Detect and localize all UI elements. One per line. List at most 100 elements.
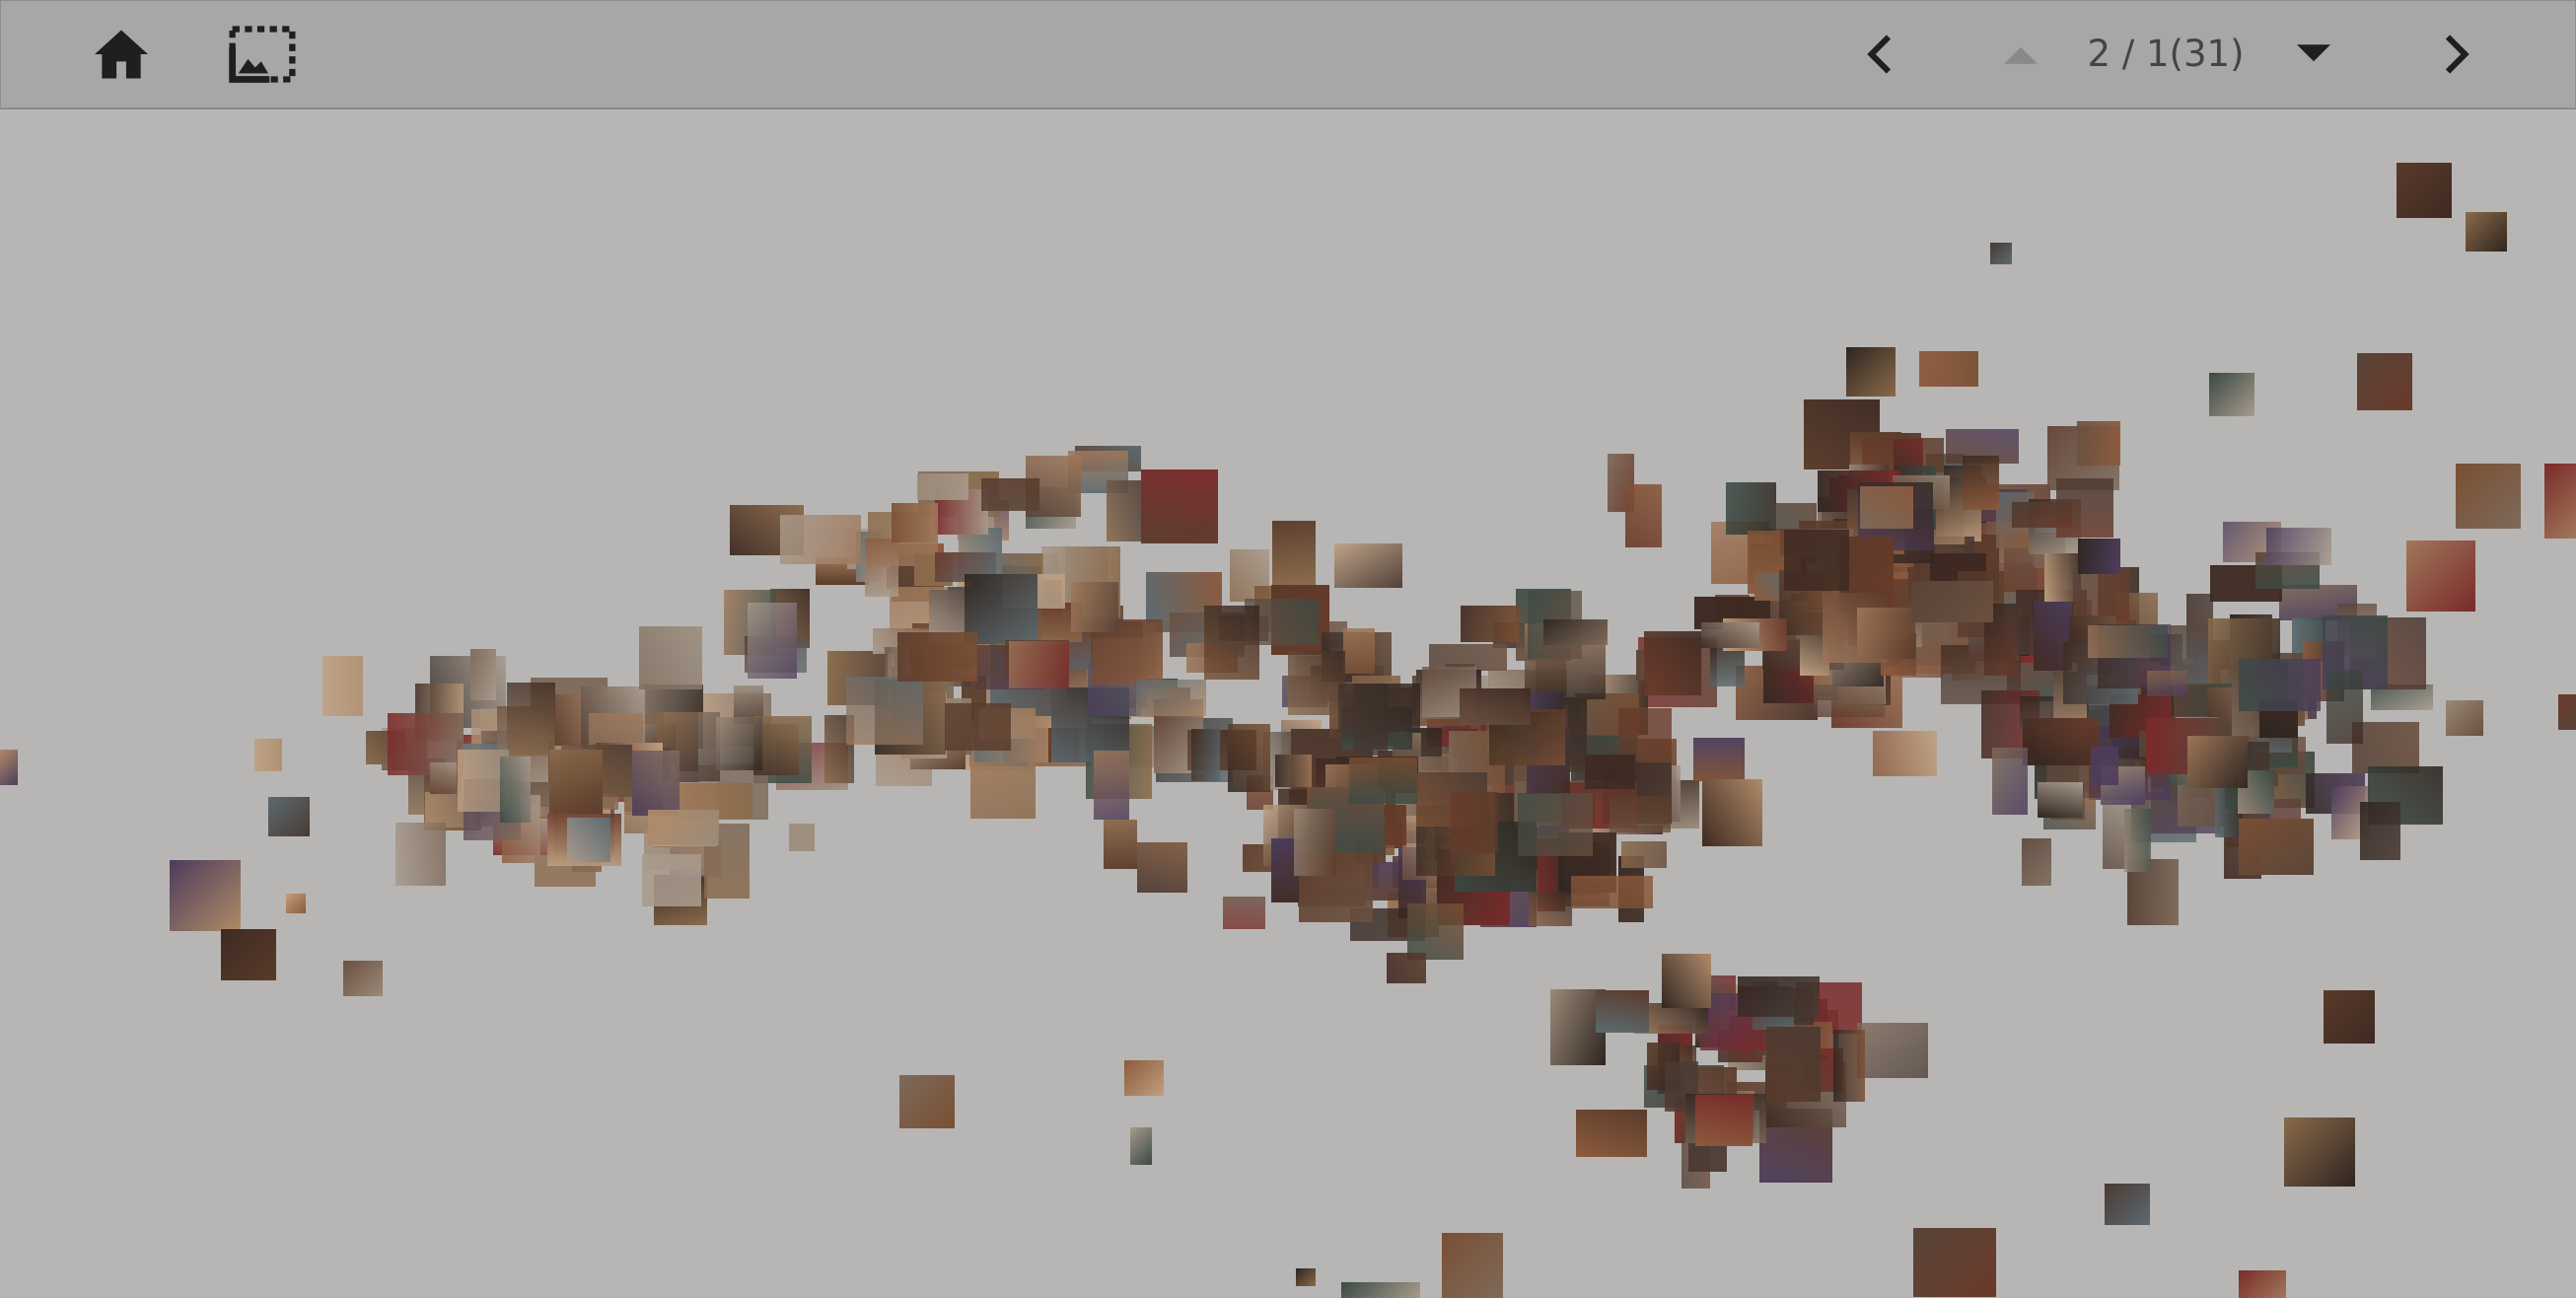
- image-thumbnail[interactable]: [1071, 582, 1118, 632]
- image-thumbnail[interactable]: [2078, 539, 2120, 574]
- image-thumbnail[interactable]: [1461, 606, 1519, 642]
- image-thumbnail[interactable]: [2456, 464, 2521, 529]
- image-thumbnail[interactable]: [0, 750, 18, 785]
- image-thumbnail[interactable]: [1334, 543, 1402, 588]
- image-thumbnail[interactable]: [1288, 651, 1345, 715]
- image-thumbnail[interactable]: [1460, 688, 1531, 725]
- image-thumbnail[interactable]: [1576, 1110, 1647, 1157]
- image-thumbnail[interactable]: [1596, 990, 1649, 1033]
- image-thumbnail[interactable]: [2147, 671, 2187, 696]
- image-thumbnail[interactable]: [1710, 648, 1745, 686]
- image-thumbnail[interactable]: [343, 961, 383, 996]
- image-thumbnail[interactable]: [892, 503, 938, 542]
- image-thumbnail[interactable]: [865, 539, 898, 597]
- image-thumbnail[interactable]: [899, 1075, 955, 1128]
- image-thumbnail[interactable]: [1693, 738, 1745, 781]
- image-thumbnail[interactable]: [1387, 953, 1426, 983]
- image-thumbnail[interactable]: [1009, 641, 1069, 688]
- image-thumbnail[interactable]: [748, 603, 797, 679]
- image-thumbnail[interactable]: [395, 823, 446, 886]
- image-thumbnail[interactable]: [1294, 809, 1336, 876]
- image-thumbnail[interactable]: [846, 677, 923, 745]
- image-thumbnail[interactable]: [1529, 892, 1572, 926]
- image-thumbnail[interactable]: [1644, 631, 1701, 695]
- image-thumbnail[interactable]: [2077, 421, 2120, 466]
- image-thumbnail[interactable]: [1911, 581, 1993, 622]
- image-thumbnail[interactable]: [1104, 820, 1137, 869]
- image-thumbnail[interactable]: [1130, 1127, 1152, 1165]
- image-thumbnail[interactable]: [254, 739, 282, 771]
- image-thumbnail[interactable]: [1701, 622, 1759, 648]
- image-thumbnail[interactable]: [2239, 819, 2314, 875]
- image-thumbnail[interactable]: [1585, 755, 1635, 789]
- image-thumbnail[interactable]: [1990, 243, 2012, 264]
- image-thumbnail[interactable]: [1275, 755, 1312, 787]
- image-thumbnail[interactable]: [1136, 680, 1206, 716]
- image-thumbnail[interactable]: [2023, 718, 2099, 765]
- image-thumbnail[interactable]: [2357, 353, 2412, 410]
- image-thumbnail[interactable]: [632, 751, 680, 816]
- image-thumbnail[interactable]: [322, 656, 363, 716]
- image-thumbnail[interactable]: [1610, 796, 1671, 832]
- image-thumbnail[interactable]: [2544, 464, 2576, 539]
- image-thumbnail[interactable]: [1518, 793, 1593, 856]
- image-thumbnail[interactable]: [897, 632, 977, 682]
- image-thumbnail[interactable]: [2266, 528, 2331, 565]
- image-thumbnail[interactable]: [1272, 521, 1316, 586]
- image-thumbnail[interactable]: [789, 824, 815, 851]
- image-thumbnail[interactable]: [170, 860, 241, 931]
- image-thumbnail[interactable]: [1338, 684, 1420, 732]
- next-page-button[interactable]: [2422, 19, 2493, 90]
- image-thumbnail[interactable]: [507, 683, 555, 756]
- image-thumbnail[interactable]: [1343, 628, 1375, 674]
- image-thumbnail[interactable]: [945, 703, 1011, 751]
- image-thumbnail[interactable]: [1621, 841, 1667, 868]
- image-thumbnail[interactable]: [567, 818, 610, 862]
- image-thumbnail[interactable]: [1407, 903, 1464, 960]
- image-thumbnail[interactable]: [2326, 670, 2363, 744]
- image-thumbnail[interactable]: [1137, 842, 1187, 893]
- image-thumbnail[interactable]: [470, 649, 496, 700]
- image-thumbnail[interactable]: [1846, 347, 1896, 397]
- image-thumbnail[interactable]: [1702, 779, 1762, 846]
- page-down-button[interactable]: [2278, 19, 2349, 90]
- image-cluster-canvas[interactable]: [0, 108, 2576, 1298]
- image-thumbnail[interactable]: [1913, 1228, 1996, 1297]
- home-button[interactable]: [86, 19, 157, 90]
- previous-page-button[interactable]: [1843, 19, 1914, 90]
- image-thumbnail[interactable]: [2091, 747, 2118, 785]
- image-thumbnail[interactable]: [2239, 1270, 2286, 1298]
- page-up-button[interactable]: [1985, 19, 2056, 90]
- image-thumbnail[interactable]: [1857, 1023, 1928, 1078]
- image-thumbnail[interactable]: [1341, 1282, 1420, 1298]
- image-thumbnail[interactable]: [549, 750, 603, 814]
- image-thumbnail[interactable]: [1726, 482, 1776, 535]
- image-thumbnail[interactable]: [1141, 469, 1218, 543]
- image-thumbnail[interactable]: [2406, 541, 2475, 612]
- image-thumbnail[interactable]: [1543, 619, 1608, 645]
- image-thumbnail[interactable]: [1919, 351, 1978, 387]
- image-thumbnail[interactable]: [1204, 606, 1259, 680]
- image-thumbnail[interactable]: [780, 515, 861, 564]
- image-thumbnail[interactable]: [1662, 954, 1711, 1008]
- image-thumbnail[interactable]: [1625, 484, 1662, 547]
- image-thumbnail[interactable]: [1094, 751, 1129, 820]
- image-thumbnail[interactable]: [1451, 792, 1498, 853]
- image-thumbnail[interactable]: [2187, 736, 2248, 788]
- image-thumbnail[interactable]: [500, 757, 531, 823]
- image-thumbnail[interactable]: [286, 894, 306, 913]
- image-thumbnail[interactable]: [1571, 876, 1653, 908]
- image-thumbnail[interactable]: [1766, 1027, 1821, 1102]
- image-thumbnail[interactable]: [1296, 1268, 1316, 1286]
- image-thumbnail[interactable]: [2056, 478, 2113, 538]
- image-thumbnail[interactable]: [1191, 729, 1220, 781]
- image-thumbnail[interactable]: [2558, 694, 2576, 730]
- image-thumbnail[interactable]: [642, 854, 701, 906]
- image-thumbnail[interactable]: [2105, 1184, 2150, 1225]
- image-thumbnail[interactable]: [268, 797, 310, 836]
- image-thumbnail[interactable]: [917, 473, 968, 500]
- image-thumbnail[interactable]: [1349, 757, 1417, 804]
- image-thumbnail[interactable]: [221, 929, 276, 980]
- image-thumbnail[interactable]: [1738, 976, 1820, 1017]
- image-thumbnail[interactable]: [2446, 700, 2483, 736]
